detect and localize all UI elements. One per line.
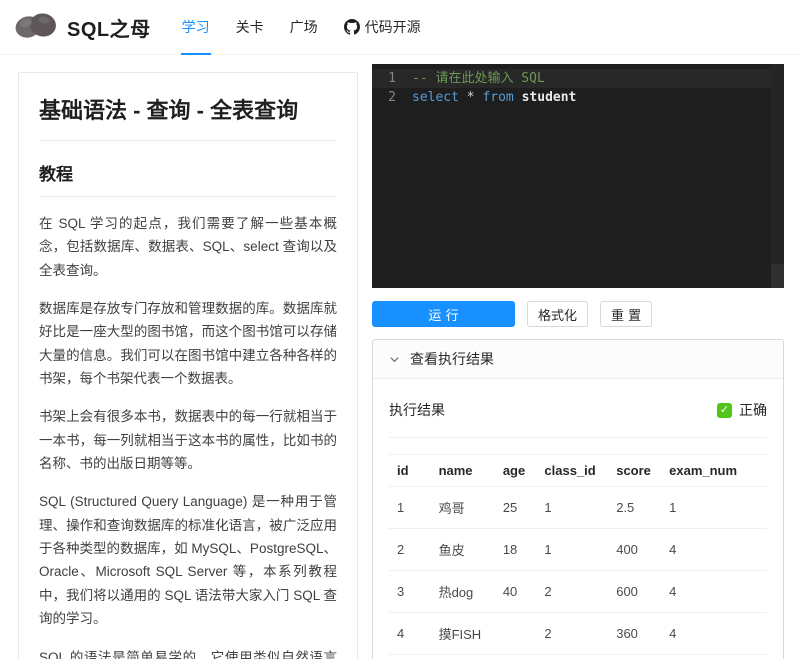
table-row: 2 鱼皮 18 1 400 4 <box>389 529 767 571</box>
chevron-down-icon <box>389 354 400 365</box>
tutorial-section-heading: 教程 <box>39 160 337 197</box>
cell: 1 <box>536 487 608 529</box>
tutorial-paragraph: 书架上会有很多本书，数据表中的每一行就相当于一本书，每一列就相当于这本书的属性，… <box>39 405 337 475</box>
nav-item-opensource[interactable]: 代码开源 <box>331 0 434 55</box>
top-navbar: SQL之母 学习 关卡 广场 代码开源 <box>0 0 800 55</box>
editor-scrollbar[interactable] <box>771 264 784 288</box>
cell: 40 <box>495 571 537 613</box>
result-summary-row: 执行结果 ✓ 正确 <box>389 395 767 420</box>
line-number: 1 <box>372 69 412 88</box>
table-header-row: id name age class_id score exam_num <box>389 455 767 487</box>
cell: 4 <box>389 613 431 655</box>
column-header-exam-num: exam_num <box>661 455 767 487</box>
tutorial-paragraph: SQL (Structured Query Language) 是一种用于管理、… <box>39 490 337 630</box>
table-row: 1 鸡哥 25 1 2.5 1 <box>389 487 767 529</box>
cell: 19 <box>495 655 537 659</box>
column-header-score: score <box>608 455 661 487</box>
results-collapse-header[interactable]: 查看执行结果 <box>373 340 783 379</box>
code-line[interactable]: 2 select * from student <box>372 88 784 107</box>
cell: 摸FISH <box>431 613 495 655</box>
cell <box>495 613 537 655</box>
cell: 鸡哥 <box>431 487 495 529</box>
code-token-identifier: student <box>514 88 577 107</box>
cell: 2 <box>661 655 767 659</box>
nav-item-levels[interactable]: 关卡 <box>223 0 277 55</box>
cell: 鱼皮 <box>431 529 495 571</box>
cell: 600 <box>608 571 661 613</box>
results-collapse-content: 执行结果 ✓ 正确 id name age class_id sc <box>373 379 783 659</box>
tutorial-panel: 基础语法 - 查询 - 全表查询 教程 在 SQL 学习的起点，我们需要了解一些… <box>18 72 358 659</box>
code-token-operator: * <box>459 88 482 107</box>
cell: 2 <box>536 613 608 655</box>
editor-actions: 运行 格式化 重置 <box>372 301 784 327</box>
cell: 4 <box>661 571 767 613</box>
table-row: 3 热dog 40 2 600 4 <box>389 571 767 613</box>
cell: 热dog <box>431 571 495 613</box>
code-line[interactable]: 1 -- 请在此处输入 SQL <box>372 69 784 88</box>
cell: 360 <box>608 613 661 655</box>
cell: 400 <box>608 529 661 571</box>
column-header-name: name <box>431 455 495 487</box>
main-content: 基础语法 - 查询 - 全表查询 教程 在 SQL 学习的起点，我们需要了解一些… <box>0 55 800 659</box>
cell: 3 <box>536 655 608 659</box>
reset-button[interactable]: 重置 <box>600 301 652 327</box>
column-header-id: id <box>389 455 431 487</box>
github-icon <box>344 19 360 35</box>
cell: 4 <box>661 613 767 655</box>
format-button[interactable]: 格式化 <box>527 301 588 327</box>
site-logo-icon <box>14 8 58 47</box>
cell: 2 <box>536 571 608 613</box>
cell: 3 <box>389 571 431 613</box>
divider <box>389 437 767 438</box>
brand[interactable]: SQL之母 <box>14 8 151 47</box>
sql-code-editor[interactable]: 1 -- 请在此处输入 SQL 2 select * from student <box>372 64 784 288</box>
cell: 2.5 <box>608 487 661 529</box>
main-nav: 学习 关卡 广场 代码开源 <box>169 0 434 55</box>
nav-item-learn[interactable]: 学习 <box>169 0 223 55</box>
cell: 18 <box>495 529 537 571</box>
page-title: 基础语法 - 查询 - 全表查询 <box>39 93 337 141</box>
results-collapse-title: 查看执行结果 <box>410 349 494 369</box>
cell: 1 <box>536 529 608 571</box>
cell: 120 <box>608 655 661 659</box>
line-number: 2 <box>372 88 412 107</box>
cell: 1 <box>389 487 431 529</box>
code-token-comment: -- 请在此处输入 SQL <box>412 69 545 88</box>
tutorial-paragraph: 数据库是存放专门存放和管理数据的库。数据库就好比是一座大型的图书馆，而这个图书馆… <box>39 297 337 390</box>
run-button[interactable]: 运行 <box>372 301 515 327</box>
run-button-label: 运行 <box>428 305 462 324</box>
column-header-class-id: class_id <box>536 455 608 487</box>
status-label: 正确 <box>739 400 767 420</box>
reset-button-label: 重置 <box>611 305 645 324</box>
table-row: 4 摸FISH 2 360 4 <box>389 613 767 655</box>
code-token-keyword: select <box>412 88 459 107</box>
check-icon: ✓ <box>717 403 732 418</box>
result-label: 执行结果 <box>389 400 445 420</box>
cell: 4 <box>661 529 767 571</box>
brand-title: SQL之母 <box>67 13 151 42</box>
tutorial-paragraph: 在 SQL 学习的起点，我们需要了解一些基本概念，包括数据库、数据表、SQL、s… <box>39 212 337 282</box>
cell: 1 <box>661 487 767 529</box>
nav-item-plaza[interactable]: 广场 <box>277 0 331 55</box>
results-collapse-panel: 查看执行结果 执行结果 ✓ 正确 id name age <box>372 339 784 659</box>
cell: 李阿巴 <box>431 655 495 659</box>
workbench-panel: 1 -- 请在此处输入 SQL 2 select * from student … <box>372 64 784 659</box>
status-badge: ✓ 正确 <box>717 400 767 420</box>
cell: 25 <box>495 487 537 529</box>
result-table: id name age class_id score exam_num 1 鸡哥 <box>389 454 767 659</box>
code-token-keyword: from <box>482 88 513 107</box>
nav-item-opensource-label: 代码开源 <box>365 0 421 55</box>
cell: 5 <box>389 655 431 659</box>
column-header-age: age <box>495 455 537 487</box>
tutorial-paragraph: SQL 的语法是简单易学的，它使用类似自然语言的结构，方便开发人员和数据库管理员… <box>39 646 337 659</box>
format-button-label: 格式化 <box>538 305 577 324</box>
cell: 2 <box>389 529 431 571</box>
table-row: 5 李阿巴 19 3 120 2 <box>389 655 767 659</box>
